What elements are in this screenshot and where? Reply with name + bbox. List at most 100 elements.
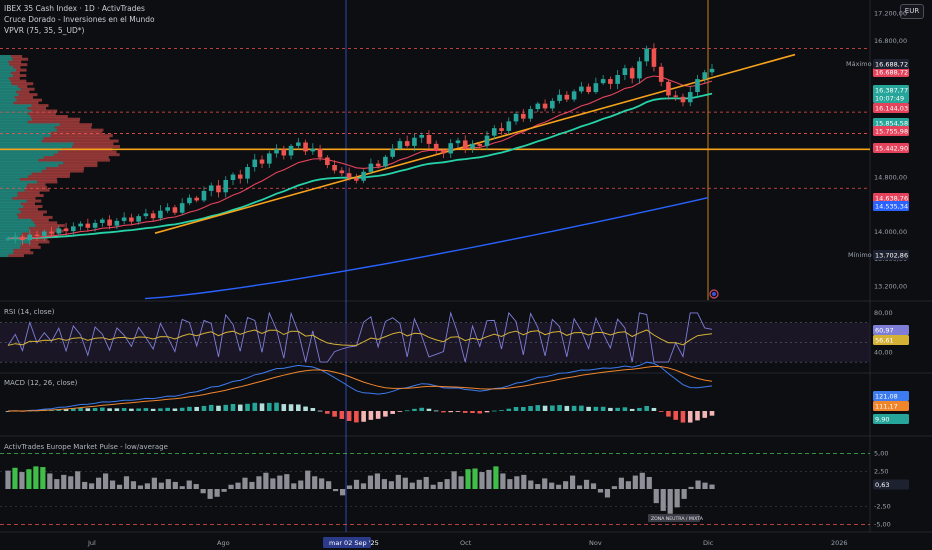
candle-body xyxy=(281,149,287,156)
vpvr-up-bar xyxy=(0,120,28,124)
pulse-bar xyxy=(709,484,715,489)
pulse-bar xyxy=(479,472,485,489)
vpvr-up-bar xyxy=(0,161,64,165)
vpvr-down-bar xyxy=(41,169,84,173)
macd-histogram-bar xyxy=(484,411,490,413)
vpvr-down-bar xyxy=(34,221,58,225)
vpvr-up-bar xyxy=(0,164,59,168)
pulse-bar xyxy=(493,466,499,489)
vpvr-up-bar xyxy=(0,104,32,108)
pulse-bar xyxy=(360,483,367,489)
macd-histogram-bar xyxy=(172,408,178,411)
pulse-tick-label: -2,50 xyxy=(874,503,891,511)
macd-histogram-bar xyxy=(593,406,599,411)
price-tag-text: 14.535,34 xyxy=(875,203,908,211)
crosshair-date-tag: mar 02 Sep '25 xyxy=(323,537,379,548)
vpvr-down-bar xyxy=(17,191,40,195)
vpvr-down-bar xyxy=(26,199,42,203)
macd-histogram-bar xyxy=(542,405,548,411)
vpvr-up-bar xyxy=(0,169,42,173)
min-label: Mínimo xyxy=(848,251,872,259)
candle-body xyxy=(325,157,330,165)
macd-histogram-bar xyxy=(499,410,504,411)
pulse-bar xyxy=(109,480,116,489)
vpvr-down-bar xyxy=(35,224,65,228)
pulse-bar xyxy=(632,475,638,489)
pulse-bar xyxy=(61,474,67,489)
vpvr-up-bar xyxy=(0,98,17,102)
vpvr-down-bar xyxy=(50,134,113,138)
vpvr-up-bar xyxy=(0,144,72,148)
candle-body xyxy=(658,66,664,82)
vpvr-up-bar xyxy=(0,71,11,75)
candle-body xyxy=(114,220,120,226)
pulse-bar xyxy=(402,477,408,489)
vpvr-up-bar xyxy=(0,153,54,157)
macd-histogram-bar xyxy=(158,408,163,411)
pulse-bar xyxy=(381,479,387,489)
price-tick-label: 17.200,00 xyxy=(874,10,907,18)
candle-body xyxy=(637,61,642,79)
vpvr-down-bar xyxy=(16,98,42,102)
vpvr-up-bar xyxy=(0,174,28,178)
pulse-bar xyxy=(367,475,374,489)
candle-body xyxy=(346,173,352,178)
macd-histogram-bar xyxy=(339,411,345,419)
price-tag: 16.144,03 xyxy=(873,103,909,113)
candle-body xyxy=(615,75,620,84)
pulse-value-tag: 0,63 xyxy=(873,479,909,490)
candle-body xyxy=(542,103,548,109)
pulse-bar xyxy=(291,483,297,489)
vpvr-down-bar xyxy=(10,71,20,75)
pulse-bar xyxy=(388,481,394,489)
candle-body xyxy=(20,236,25,240)
vpvr-up-bar xyxy=(0,224,36,228)
candle-body xyxy=(187,197,192,204)
pulse-bar xyxy=(319,478,325,489)
macd-histogram-bar xyxy=(274,402,279,411)
candle-body xyxy=(593,83,599,93)
candle-body xyxy=(288,145,294,156)
pulse-bar xyxy=(158,482,164,489)
rsi-value-tag: 60,97 xyxy=(873,325,909,335)
vpvr-up-bar xyxy=(0,134,51,138)
vpvr-down-bar xyxy=(17,213,44,217)
macd-value-tag: 121,08 xyxy=(873,391,909,401)
macd-histogram-bar xyxy=(100,407,105,411)
macd-histogram-bar xyxy=(571,405,577,411)
pulse-bar xyxy=(312,476,318,489)
candle-body xyxy=(579,86,584,92)
vpvr-down-bar xyxy=(63,161,98,165)
vpvr-down-bar xyxy=(14,95,33,99)
vpvr-down-bar xyxy=(12,196,36,200)
vpvr-down-bar xyxy=(12,57,29,61)
macd-histogram-bar xyxy=(317,410,323,412)
vpvr-up-bar xyxy=(0,218,32,222)
pulse-bar xyxy=(130,481,137,489)
vpvr-down-bar xyxy=(58,164,98,168)
candle-body xyxy=(702,72,708,80)
vpvr-up-bar xyxy=(0,114,31,118)
rsi-ma-value-tag-text: 56,61 xyxy=(875,337,894,345)
macd-histogram-bar xyxy=(629,408,635,411)
max-tag-text: 16.688,72 xyxy=(875,61,908,69)
candle-body xyxy=(586,86,591,93)
candle-body xyxy=(158,210,163,219)
candle-body xyxy=(92,222,98,228)
chart-canvas[interactable]: ZONA NEUTRA / MIXTA 17.200,00 16.800,00 16… xyxy=(0,0,932,550)
vpvr-up-bar xyxy=(0,101,14,105)
vpvr-down-bar xyxy=(30,114,68,118)
vpvr-up-bar xyxy=(0,117,33,121)
vpvr-up-bar xyxy=(0,229,29,233)
pulse-bar xyxy=(486,469,492,489)
vpvr-up-bar xyxy=(0,183,28,187)
vpvr-up-bar xyxy=(0,90,17,94)
candle-body xyxy=(296,142,301,146)
pulse-bar xyxy=(339,489,346,496)
pulse-bar xyxy=(326,481,332,489)
candle-body xyxy=(85,223,91,228)
pulse-bar xyxy=(305,470,311,489)
candle-body xyxy=(143,213,149,217)
vpvr-up-bar xyxy=(0,251,14,255)
candle-body xyxy=(216,185,221,193)
